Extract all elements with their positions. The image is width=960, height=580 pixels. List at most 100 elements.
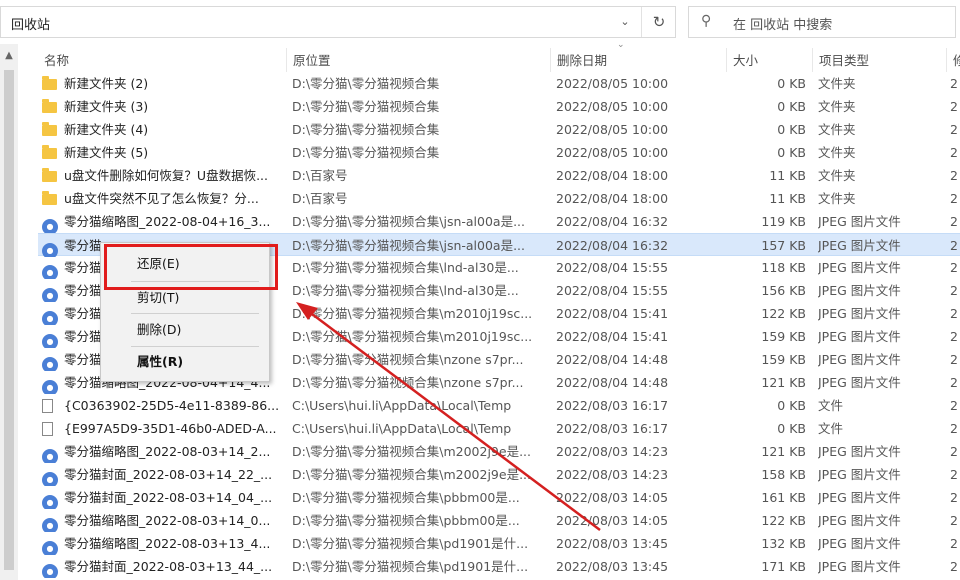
file-original-location: D:\零分猫\零分猫视频合集\m2010j19sc... [292,329,533,344]
jpeg-icon: ● [42,325,62,348]
file-modified: 2 [950,352,958,367]
file-modified: 2 [950,444,958,459]
file-item-type: JPEG 图片文件 [818,536,901,551]
file-row[interactable]: 新建文件夹 (5) D:\零分猫\零分猫视频合集 2022/08/05 10:00 0… [38,141,960,164]
file-row[interactable]: ● 零分猫缩略图_2022-08-04+16_3... D:\零分猫\零分猫视频合集… [38,210,960,233]
file-name: 新建文件夹 (3) [64,99,149,114]
address-bar[interactable]: 回收站 ⌄ ↻ [0,6,676,38]
file-row[interactable]: ● 零分猫缩略图_2022-08-03+14_2... D:\零分猫\零分猫视频合集… [38,440,960,463]
file-row[interactable]: 新建文件夹 (4) D:\零分猫\零分猫视频合集 2022/08/05 10:00 0… [38,118,960,141]
file-row[interactable]: ● 零分猫封面_2022-08-03+13_44_... D:\零分猫\零分猫视频合… [38,555,960,578]
column-date-deleted[interactable]: 删除日期 [550,48,726,72]
file-row[interactable]: ● 零分猫封面_2022-08-03+14_22_... D:\零分猫\零分猫视频合… [38,463,960,486]
file-item-type: JPEG 图片文件 [818,306,901,321]
file-size: 121 KB [761,444,806,459]
file-date-deleted: 2022/08/04 15:41 [556,306,669,321]
file-row[interactable]: {C0363902-25D5-4e11-8389-86... C:\Users\h… [38,394,960,417]
folder-icon [42,187,62,210]
file-modified: 2 [950,283,958,298]
file-original-location: D:\零分猫\零分猫视频合集\m2002j9e是... [292,444,531,459]
file-modified: 2 [950,421,958,436]
image-glyph: ● [42,219,58,233]
file-date-deleted: 2022/08/05 10:00 [556,99,669,114]
file-name: 零分猫封面_2022-08-03+14_04_... [64,490,273,505]
file-item-type: JPEG 图片文件 [818,283,901,298]
file-modified: 2 [950,238,958,253]
column-modified[interactable]: 修 [946,48,960,72]
file-date-deleted: 2022/08/04 18:00 [556,191,669,206]
menu-item-delete[interactable]: 删除(D) [101,317,269,343]
column-size[interactable]: 大小 [726,48,812,72]
file-original-location: D:\零分猫\零分猫视频合集\lnd-al30是... [292,260,519,275]
file-size: 0 KB [777,398,806,413]
column-name[interactable]: 名称 [38,48,286,72]
jpeg-icon: ● [42,256,62,279]
file-row[interactable]: 新建文件夹 (2) D:\零分猫\零分猫视频合集 2022/08/05 10:00 0… [38,72,960,95]
search-icon: ⚲ [701,13,712,29]
file-date-deleted: 2022/08/05 10:00 [556,76,669,91]
image-glyph: ● [42,541,58,555]
file-date-deleted: 2022/08/04 14:48 [556,352,669,367]
jpeg-icon: ● [42,348,62,371]
file-date-deleted: 2022/08/05 10:00 [556,145,669,160]
file-original-location: D:\零分猫\零分猫视频合集 [292,76,440,91]
file-row[interactable]: ● 零分猫封面_2022-08-03+14_04_... D:\零分猫\零分猫视频合… [38,486,960,509]
file-size: 159 KB [761,329,806,344]
file-size: 0 KB [777,99,806,114]
file-item-type: JPEG 图片文件 [818,559,901,574]
file-size: 121 KB [761,375,806,390]
menu-item-properties[interactable]: 属性(R) [101,349,269,375]
folder-icon [42,118,62,141]
file-name: 零分猫缩略图_2022-08-04+16_3... [64,214,271,229]
file-modified: 2 [950,214,958,229]
file-original-location: D:\零分猫\零分猫视频合集\pbbm00是... [292,513,520,528]
refresh-icon[interactable]: ↻ [641,7,676,37]
file-name: 新建文件夹 (4) [64,122,149,137]
column-header: 名称 原位置 删除日期 大小 项目类型 修 [18,48,960,72]
file-size: 11 KB [769,191,806,206]
file-original-location: D:\零分猫\零分猫视频合集 [292,145,440,160]
folder-glyph [42,168,57,182]
file-name: 零分猫封面_2022-08-03+14_22_... [64,467,273,482]
file-row[interactable]: {E997A5D9-35D1-46b0-ADED-A... C:\Users\hu… [38,417,960,440]
file-original-location: D:\零分猫\零分猫视频合集\pd1901是什... [292,559,529,574]
file-row[interactable]: ● 零分猫缩略图_2022-08-03+14_0... D:\零分猫\零分猫视频合集… [38,509,960,532]
search-box[interactable]: ⚲ 在 回收站 中搜索 [688,6,956,38]
file-row[interactable]: ● 零分猫缩略图_2022-08-03+13_4... D:\零分猫\零分猫视频合集… [38,532,960,555]
jpeg-icon: ● [42,279,62,302]
file-modified: 2 [950,513,958,528]
file-item-type: 文件夹 [818,122,856,137]
file-original-location: D:\百家号 [292,191,348,206]
file-size: 119 KB [761,214,806,229]
nav-pane-scrollbar[interactable]: ▲ [0,44,18,580]
file-icon [42,417,62,440]
file-modified: 2 [950,398,958,413]
file-row[interactable]: 新建文件夹 (3) D:\零分猫\零分猫视频合集 2022/08/05 10:00 0… [38,95,960,118]
file-row[interactable]: u盘文件删除如何恢复？U盘数据恢... D:\百家号 2022/08/04 18:0… [38,164,960,187]
file-name: 新建文件夹 (2) [64,76,149,91]
file-item-type: 文件夹 [818,145,856,160]
file-icon [42,394,62,417]
column-original-location[interactable]: 原位置 [286,48,548,72]
file-date-deleted: 2022/08/04 14:48 [556,375,669,390]
file-modified: 2 [950,375,958,390]
file-item-type: 文件夹 [818,168,856,183]
column-item-type[interactable]: 项目类型 [812,48,946,72]
folder-glyph [42,99,57,113]
file-item-type: 文件夹 [818,191,856,206]
file-item-type: JPEG 图片文件 [818,444,901,459]
file-item-type: JPEG 图片文件 [818,260,901,275]
file-original-location: D:\零分猫\零分猫视频合集\m2002j9e是... [292,467,531,482]
file-item-type: 文件 [818,398,844,413]
file-row[interactable]: u盘文件突然不见了怎么恢复？分... D:\百家号 2022/08/04 18:00… [38,187,960,210]
chevron-down-icon[interactable]: ⌄ [613,11,637,33]
scroll-up-icon[interactable]: ▲ [0,50,18,61]
menu-separator [131,313,259,314]
jpeg-icon: ● [42,486,62,509]
file-size: 156 KB [761,283,806,298]
file-name: 零分猫缩略图_2022-08-03+14_0... [64,513,271,528]
scroll-thumb[interactable] [4,70,14,570]
file-original-location: D:\零分猫\零分猫视频合集\m2010j19sc... [292,306,533,321]
file-size: 11 KB [769,168,806,183]
file-size: 157 KB [761,238,806,253]
